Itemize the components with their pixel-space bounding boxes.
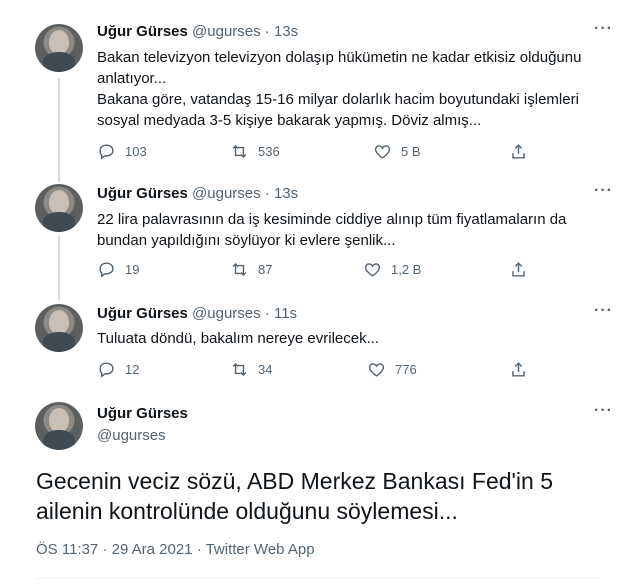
tweet-text: Tuluata döndü, bakalım nereye evrilecek.… xyxy=(97,330,380,347)
main-tweet-text: Gecenin veciz sözü, ABD Merkez Bankası F… xyxy=(36,468,554,524)
author-name[interactable]: Uğur Gürses xyxy=(97,185,188,202)
author-handle[interactable]: @ugurses xyxy=(192,185,261,202)
tweet-meta: ÖS 11:37 · 29 Ara 2021 · Twitter Web App xyxy=(36,541,315,558)
tweet-actions: 12 34 776 xyxy=(97,360,537,380)
retweet-count: 536 xyxy=(258,144,280,159)
tweet-actions: 19 87 1,2 B xyxy=(97,260,537,280)
author-name[interactable]: Uğur Gürses xyxy=(97,23,188,40)
reply-icon xyxy=(99,362,114,378)
tweet[interactable]: Uğur Gürses @ugurses · 13s ··· Bakan tel… xyxy=(0,0,635,180)
share-button[interactable] xyxy=(509,260,537,279)
avatar[interactable] xyxy=(35,184,83,232)
retweet-icon xyxy=(232,144,247,159)
tweet-time[interactable]: 11s xyxy=(274,305,297,322)
divider xyxy=(36,578,599,579)
avatar[interactable] xyxy=(35,402,83,450)
author-handle[interactable]: @ugurses xyxy=(192,23,261,40)
share-icon xyxy=(512,262,525,277)
tweet-text: 22 lira palavrasının da iş kesiminde cid… xyxy=(97,211,567,249)
heart-icon xyxy=(364,263,381,277)
share-button[interactable] xyxy=(509,142,537,161)
tweet[interactable]: Uğur Gürses @ugurses · 13s ··· 22 lira p… xyxy=(0,180,635,295)
tweet-header: Uğur Gürses @ugurses · 13s xyxy=(97,184,298,204)
heart-icon xyxy=(368,363,385,377)
author-name[interactable]: Uğur Gürses xyxy=(97,305,188,322)
like-button[interactable]: 5 B xyxy=(373,142,421,161)
heart-icon xyxy=(374,145,391,159)
tweet-actions: 103 536 5 B xyxy=(97,142,537,162)
tweet-time[interactable]: ÖS 11:37 xyxy=(36,541,98,558)
separator-dot: · xyxy=(264,185,270,202)
tweet-time[interactable]: 13s xyxy=(274,23,298,40)
main-tweet-handle-wrap: @ugurses xyxy=(97,426,166,446)
tweet[interactable]: Uğur Gürses @ugurses · 11s ··· Tuluata d… xyxy=(0,300,635,395)
share-icon xyxy=(512,144,525,159)
more-icon[interactable]: ··· xyxy=(594,20,613,38)
like-button[interactable]: 1,2 B xyxy=(363,260,421,279)
retweet-button[interactable]: 536 xyxy=(230,142,280,161)
like-count: 5 B xyxy=(401,144,421,159)
author-handle[interactable]: @ugurses xyxy=(192,305,261,322)
author-handle[interactable]: @ugurses xyxy=(97,427,166,444)
retweet-button[interactable]: 87 xyxy=(230,260,272,279)
reply-button[interactable]: 103 xyxy=(97,142,147,161)
main-tweet-author-name-wrap: Uğur Gürses xyxy=(97,404,188,424)
avatar[interactable] xyxy=(35,304,83,352)
reply-count: 103 xyxy=(125,144,147,159)
tweet-text: Bakan televizyon televizyon dolaşıp hükü… xyxy=(97,49,582,129)
more-icon[interactable]: ··· xyxy=(594,402,613,420)
more-icon[interactable]: ··· xyxy=(594,302,613,320)
share-button[interactable] xyxy=(509,360,537,379)
like-button[interactable]: 776 xyxy=(367,360,417,379)
retweet-button[interactable]: 34 xyxy=(230,360,272,379)
reply-icon xyxy=(99,144,114,160)
reply-count: 19 xyxy=(125,262,140,277)
retweet-count: 34 xyxy=(258,362,273,377)
tweet-header: Uğur Gürses @ugurses · 11s xyxy=(97,304,297,324)
reply-icon xyxy=(99,262,114,278)
retweet-count: 87 xyxy=(258,262,273,277)
more-icon[interactable]: ··· xyxy=(594,182,613,200)
reply-count: 12 xyxy=(125,362,140,377)
like-count: 776 xyxy=(395,362,417,377)
separator-dot: · xyxy=(102,541,108,558)
retweet-icon xyxy=(232,262,247,277)
tweet-date[interactable]: 29 Ara 2021 xyxy=(112,541,193,558)
reply-button[interactable]: 12 xyxy=(97,360,139,379)
separator-dot: · xyxy=(264,23,270,40)
separator-dot: · xyxy=(196,541,202,558)
author-name[interactable]: Uğur Gürses xyxy=(97,405,188,422)
tweet-time[interactable]: 13s xyxy=(274,185,298,202)
tweet-header: Uğur Gürses @ugurses · 13s xyxy=(97,22,298,42)
like-count: 1,2 B xyxy=(391,262,422,277)
reply-button[interactable]: 19 xyxy=(97,260,139,279)
avatar[interactable] xyxy=(35,24,83,72)
retweet-icon xyxy=(232,362,247,377)
separator-dot: · xyxy=(264,305,270,322)
share-icon xyxy=(512,362,525,377)
tweet-source[interactable]: Twitter Web App xyxy=(206,541,315,558)
